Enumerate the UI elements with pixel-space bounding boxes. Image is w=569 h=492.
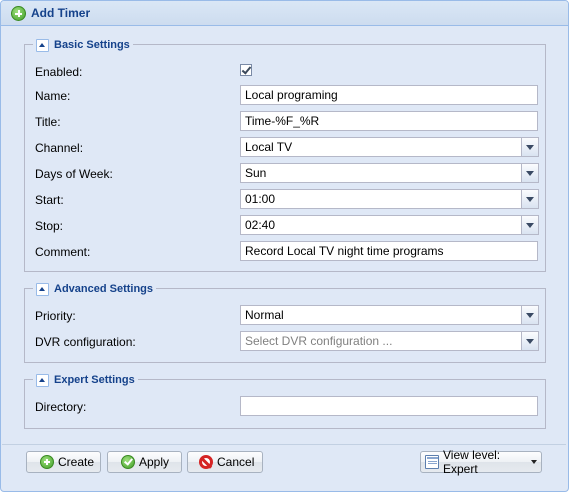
- basic-settings-legend: Basic Settings: [33, 37, 133, 53]
- advanced-settings-legend: Advanced Settings: [33, 281, 157, 297]
- start-row: Start: 01:00: [25, 189, 545, 211]
- chevron-down-icon[interactable]: [521, 189, 539, 209]
- name-row: Name: Local programing: [25, 85, 545, 107]
- view-level-button[interactable]: View level: Expert: [420, 448, 542, 476]
- dvr-configuration-select[interactable]: Select DVR configuration ...: [240, 331, 539, 351]
- priority-label: Priority:: [35, 309, 76, 323]
- start-time-select[interactable]: 01:00: [240, 189, 539, 209]
- basic-settings-title: Basic Settings: [54, 39, 130, 51]
- collapse-basic-settings-toggle[interactable]: [36, 38, 49, 52]
- days-of-week-select[interactable]: Sun: [240, 163, 539, 183]
- toolbar-divider: [2, 444, 566, 445]
- channel-label: Channel:: [35, 141, 84, 155]
- add-icon: [40, 455, 54, 469]
- name-label: Name:: [35, 89, 71, 103]
- view-level-label: View level: Expert: [443, 448, 501, 476]
- collapse-advanced-settings-toggle[interactable]: [36, 282, 49, 296]
- dvr-configuration-label: DVR configuration:: [35, 335, 136, 349]
- stop-time-select[interactable]: 02:40: [240, 215, 539, 235]
- add-timer-dialog: Add Timer Basic Settings Enabled: Name: …: [0, 0, 569, 492]
- enabled-row: Enabled:: [25, 61, 545, 83]
- chevron-down-icon[interactable]: [521, 163, 539, 183]
- title-row: Title: Time-%F_%R: [25, 111, 545, 133]
- dialog-titlebar[interactable]: Add Timer: [1, 1, 568, 26]
- advanced-settings-fieldset: Advanced Settings Priority: Normal DVR c…: [24, 281, 546, 363]
- apply-button-label: Apply: [139, 455, 170, 469]
- comment-input[interactable]: Record Local TV night time programs: [240, 241, 538, 261]
- cancel-icon: [199, 455, 213, 469]
- channel-select[interactable]: Local TV: [240, 137, 539, 157]
- stop-row: Stop: 02:40: [25, 215, 545, 237]
- basic-settings-fieldset: Basic Settings Enabled: Name: Local prog…: [24, 37, 546, 272]
- priority-select[interactable]: Normal: [240, 305, 539, 325]
- title-label: Title:: [35, 115, 61, 129]
- chevron-down-icon[interactable]: [521, 305, 539, 325]
- days-of-week-select-value[interactable]: Sun: [240, 163, 522, 183]
- days-of-week-label: Days of Week:: [35, 167, 113, 181]
- create-button-label: Create: [58, 455, 95, 469]
- dropdown-arrow-icon: [531, 460, 537, 464]
- start-label: Start:: [35, 193, 64, 207]
- stop-label: Stop:: [35, 219, 64, 233]
- advanced-settings-title: Advanced Settings: [54, 283, 154, 295]
- channel-row: Channel: Local TV: [25, 137, 545, 159]
- enabled-label: Enabled:: [35, 65, 83, 79]
- dvr-configuration-row: DVR configuration: Select DVR configurat…: [25, 331, 545, 353]
- cancel-button-label: Cancel: [217, 455, 255, 469]
- chevron-down-icon[interactable]: [521, 331, 539, 351]
- dvr-configuration-placeholder[interactable]: Select DVR configuration ...: [240, 331, 522, 351]
- expert-settings-fieldset: Expert Settings Directory:: [24, 372, 546, 429]
- days-of-week-row: Days of Week: Sun: [25, 163, 545, 185]
- expert-settings-legend: Expert Settings: [33, 372, 138, 388]
- name-input[interactable]: Local programing: [240, 85, 538, 105]
- cancel-button[interactable]: Cancel: [187, 451, 263, 473]
- comment-label: Comment:: [35, 245, 91, 259]
- expert-settings-title: Expert Settings: [54, 374, 135, 386]
- chevron-down-icon[interactable]: [521, 137, 539, 157]
- priority-select-value[interactable]: Normal: [240, 305, 522, 325]
- comment-row: Comment: Record Local TV night time prog…: [25, 241, 545, 263]
- add-icon: [11, 6, 26, 21]
- apply-button[interactable]: Apply: [107, 451, 182, 473]
- directory-input[interactable]: [240, 396, 538, 416]
- directory-row: Directory:: [25, 396, 545, 418]
- check-icon: [121, 455, 135, 469]
- collapse-expert-settings-toggle[interactable]: [36, 373, 49, 387]
- start-time-select-value[interactable]: 01:00: [240, 189, 522, 209]
- enabled-checkbox[interactable]: [240, 64, 252, 76]
- create-button[interactable]: Create: [26, 451, 101, 473]
- title-input[interactable]: Time-%F_%R: [240, 111, 538, 131]
- priority-row: Priority: Normal: [25, 305, 545, 327]
- dialog-title: Add Timer: [31, 6, 91, 20]
- view-level-icon: [425, 455, 439, 469]
- dialog-body: Basic Settings Enabled: Name: Local prog…: [2, 26, 566, 444]
- stop-time-select-value[interactable]: 02:40: [240, 215, 522, 235]
- channel-select-value[interactable]: Local TV: [240, 137, 522, 157]
- directory-label: Directory:: [35, 400, 87, 414]
- chevron-down-icon[interactable]: [521, 215, 539, 235]
